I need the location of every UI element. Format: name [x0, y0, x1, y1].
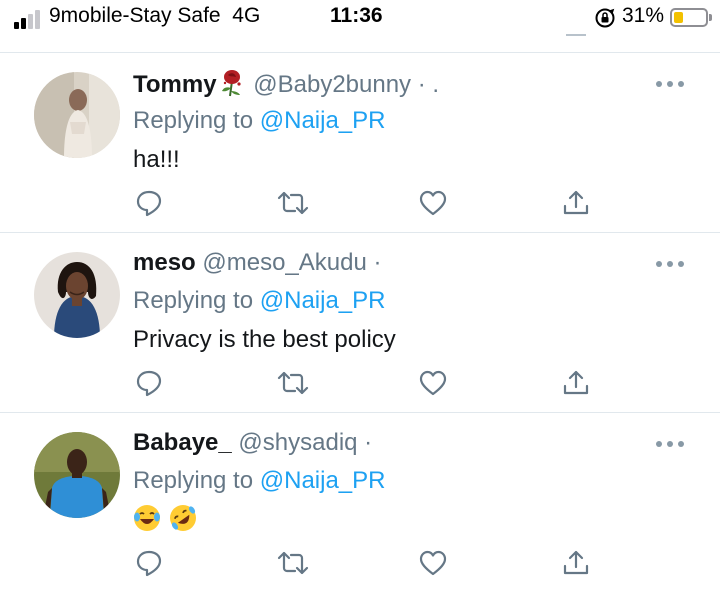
rose-icon: [221, 70, 241, 97]
network-type: 4G: [232, 4, 261, 27]
reply-icon[interactable]: [134, 548, 164, 578]
carrier-label: 9mobile-Stay Safe 4G: [49, 4, 261, 27]
replying-to-mention[interactable]: @Naija_PR: [260, 467, 386, 494]
replying-to-line: Replying to @Naija_PR: [133, 287, 386, 315]
status-time: 11:36: [330, 4, 383, 27]
user-handle[interactable]: @meso_Akudu: [202, 249, 366, 276]
like-icon[interactable]: [418, 548, 448, 578]
share-icon[interactable]: [561, 368, 591, 398]
orientation-lock-icon: [595, 8, 615, 28]
retweet-icon[interactable]: [276, 188, 310, 218]
retweet-icon[interactable]: [276, 368, 310, 398]
reply-header: meso @meso_Akudu ·: [133, 249, 382, 277]
user-handle[interactable]: @shysadiq: [238, 429, 357, 456]
share-icon[interactable]: [561, 188, 591, 218]
display-name[interactable]: meso: [133, 249, 196, 276]
timestamp-separator: ·: [373, 249, 382, 276]
battery-icon: [670, 8, 712, 27]
more-options-icon[interactable]: [656, 81, 684, 89]
replying-to-label: Replying to: [133, 107, 254, 134]
like-icon[interactable]: [418, 188, 448, 218]
more-options-icon[interactable]: [656, 441, 684, 449]
reply-icon[interactable]: [134, 368, 164, 398]
battery-percentage: 31%: [622, 4, 665, 27]
face-with-tears-of-joy-icon: [134, 505, 160, 531]
reply-header: Tommy @Baby2bunny · .: [133, 69, 439, 99]
avatar[interactable]: [34, 252, 120, 338]
reply-tweet[interactable]: meso @meso_Akudu · Replying to @Naija_PR…: [0, 233, 720, 413]
rolling-on-floor-laughing-icon: [170, 505, 197, 531]
display-name[interactable]: Babaye_: [133, 429, 232, 456]
replying-to-line: Replying to @Naija_PR: [133, 467, 386, 495]
replying-to-label: Replying to: [133, 287, 254, 314]
tweet-text: Privacy is the best policy: [133, 326, 396, 353]
timestamp-separator: · .: [417, 71, 440, 98]
status-bar: 9mobile-Stay Safe 4G 11:36 31%: [0, 0, 720, 36]
user-handle[interactable]: @Baby2bunny: [253, 71, 411, 98]
replying-to-mention[interactable]: @Naija_PR: [260, 287, 386, 314]
reply-icon[interactable]: [134, 188, 164, 218]
tweet-emojis: [132, 503, 200, 535]
tweet-text: ha!!!: [133, 146, 180, 173]
share-icon[interactable]: [561, 548, 591, 578]
display-name[interactable]: Tommy: [133, 71, 217, 98]
avatar[interactable]: [34, 72, 120, 158]
cellular-signal-icon: [14, 9, 44, 29]
avatar[interactable]: [34, 432, 120, 518]
replying-to-label: Replying to: [133, 467, 254, 494]
timestamp-separator: ·: [364, 429, 373, 456]
replying-to-line: Replying to @Naija_PR: [133, 107, 386, 135]
more-options-icon[interactable]: [656, 261, 684, 269]
reply-tweet[interactable]: Babaye_ @shysadiq · Replying to @Naija_P…: [0, 413, 720, 589]
reply-header: Babaye_ @shysadiq ·: [133, 429, 372, 457]
reply-tweet[interactable]: Tommy @Baby2bunny · . Replying to @Naija…: [0, 53, 720, 233]
like-icon[interactable]: [418, 368, 448, 398]
replying-to-mention[interactable]: @Naija_PR: [260, 107, 386, 134]
retweet-icon[interactable]: [276, 548, 310, 578]
truncated-icon: [566, 28, 586, 36]
